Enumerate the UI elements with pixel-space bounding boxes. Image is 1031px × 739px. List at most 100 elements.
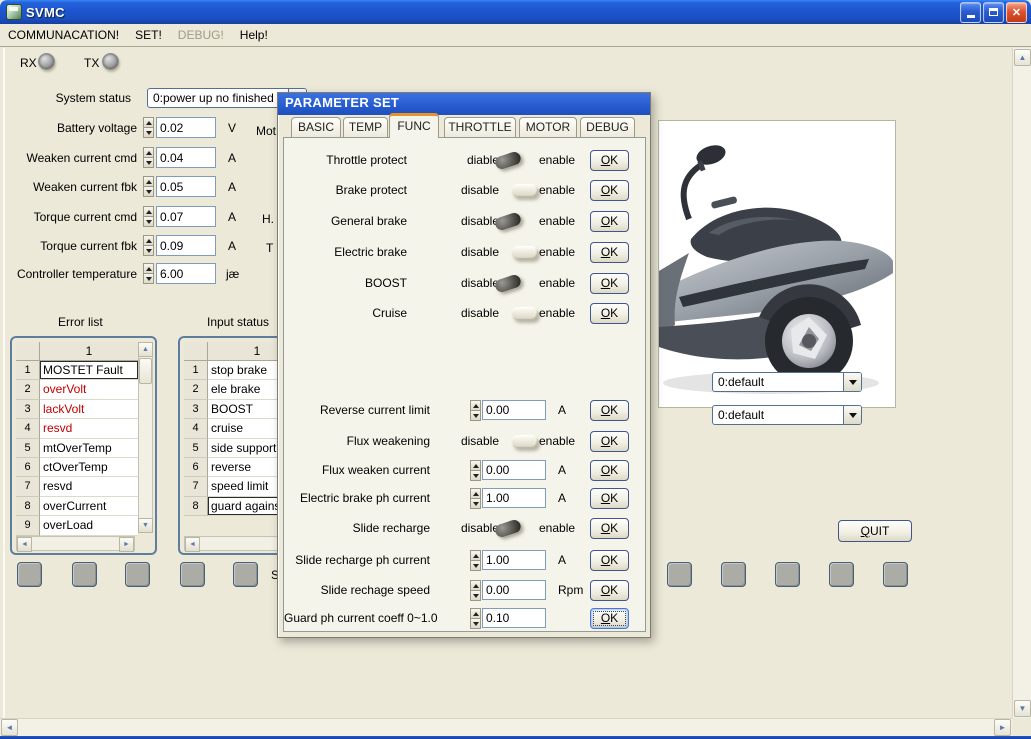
- table-row[interactable]: 4 resvd: [16, 419, 138, 439]
- table-row[interactable]: 7 resvd: [16, 477, 138, 497]
- spin-up-icon[interactable]: [470, 580, 481, 591]
- ok-button[interactable]: OK: [590, 180, 629, 201]
- spin-down-icon[interactable]: [470, 561, 481, 571]
- spinner[interactable]: [143, 117, 154, 138]
- spinner[interactable]: [143, 147, 154, 168]
- restore-button[interactable]: [983, 1, 1004, 23]
- ok-button[interactable]: OK: [590, 518, 629, 539]
- spin-down-icon[interactable]: [143, 274, 154, 284]
- indicator-square[interactable]: [125, 562, 150, 587]
- toggle-switch[interactable]: [512, 184, 538, 197]
- table-row[interactable]: 2 overVolt: [16, 380, 138, 400]
- quit-button[interactable]: QUIT: [838, 520, 912, 542]
- spin-down-icon[interactable]: [143, 158, 154, 168]
- ok-button[interactable]: OK: [590, 580, 629, 601]
- ok-button[interactable]: OK: [590, 550, 629, 571]
- spin-up-icon[interactable]: [143, 206, 154, 217]
- ok-button[interactable]: OK: [590, 150, 629, 171]
- ok-button[interactable]: OK: [590, 242, 629, 263]
- ok-button[interactable]: OK: [590, 460, 629, 481]
- ok-button[interactable]: OK: [590, 303, 629, 324]
- row-value[interactable]: overCurrent: [40, 496, 138, 517]
- toggle-switch[interactable]: [512, 246, 538, 259]
- spin-down-icon[interactable]: [143, 246, 154, 256]
- menu-item-communacation[interactable]: COMMUNACATION!: [0, 26, 127, 44]
- param-input[interactable]: [482, 460, 546, 480]
- spin-up-icon[interactable]: [470, 488, 481, 499]
- spin-down-icon[interactable]: [143, 217, 154, 227]
- indicator-square[interactable]: [829, 562, 854, 587]
- param-input[interactable]: [482, 608, 546, 628]
- spinner[interactable]: [470, 608, 481, 629]
- table-row[interactable]: 1 MOSTET Fault: [16, 361, 138, 381]
- indicator-square[interactable]: [721, 562, 746, 587]
- indicator-square[interactable]: [17, 562, 42, 587]
- table-row[interactable]: 3 lackVolt: [16, 399, 138, 420]
- default-dropdown-1[interactable]: 0:default: [712, 372, 862, 392]
- indicator-square[interactable]: [72, 562, 97, 587]
- spin-down-icon[interactable]: [470, 411, 481, 421]
- horizontal-scrollbar[interactable]: ◄: [184, 536, 280, 552]
- horizontal-scrollbar[interactable]: ◄ ►: [16, 536, 135, 552]
- ok-button[interactable]: OK: [590, 431, 629, 452]
- scroll-right-button[interactable]: ►: [994, 719, 1011, 736]
- param-input[interactable]: [482, 488, 546, 508]
- weaken-current-cmd-input[interactable]: [156, 147, 216, 168]
- ok-button[interactable]: OK: [590, 608, 629, 629]
- spin-down-icon[interactable]: [143, 128, 154, 138]
- main-horizontal-scrollbar[interactable]: ◄ ►: [0, 718, 1012, 736]
- ok-button[interactable]: OK: [590, 400, 629, 421]
- spinner[interactable]: [143, 235, 154, 256]
- spin-down-icon[interactable]: [470, 471, 481, 481]
- param-input[interactable]: [482, 550, 546, 570]
- vertical-scrollbar[interactable]: ▲ ▼: [138, 342, 153, 533]
- spin-up-icon[interactable]: [470, 460, 481, 471]
- tab-func[interactable]: FUNC: [389, 113, 439, 138]
- spin-down-icon[interactable]: [143, 187, 154, 197]
- table-row[interactable]: 9 overLoad: [16, 516, 138, 536]
- row-value[interactable]: MOSTET Fault: [40, 361, 138, 381]
- row-value[interactable]: overVolt: [40, 380, 138, 400]
- spinner[interactable]: [470, 460, 481, 481]
- menu-item-set[interactable]: SET!: [127, 26, 170, 44]
- menu-item-help[interactable]: Help!: [232, 26, 276, 44]
- dialog-titlebar[interactable]: PARAMETER SET: [278, 93, 650, 115]
- scroll-down-button[interactable]: ▼: [1014, 700, 1031, 717]
- table-row[interactable]: 5 mtOverTemp: [16, 438, 138, 458]
- spinner[interactable]: [470, 580, 481, 601]
- main-vertical-scrollbar[interactable]: ▲ ▼: [1012, 48, 1031, 718]
- spin-up-icon[interactable]: [143, 263, 154, 274]
- spin-up-icon[interactable]: [143, 235, 154, 246]
- param-input[interactable]: [482, 580, 546, 600]
- torque-current-cmd-input[interactable]: [156, 206, 216, 227]
- spinner[interactable]: [143, 206, 154, 227]
- indicator-square[interactable]: [180, 562, 205, 587]
- toggle-switch[interactable]: [512, 307, 538, 320]
- spin-down-icon[interactable]: [470, 619, 481, 629]
- tab-debug[interactable]: DEBUG: [580, 117, 635, 138]
- spin-up-icon[interactable]: [143, 147, 154, 158]
- table-row[interactable]: 6 ctOverTemp: [16, 457, 138, 478]
- scroll-left-button[interactable]: ◄: [17, 537, 32, 552]
- tab-throttle[interactable]: THROTTLE: [444, 117, 516, 138]
- battery-voltage-input[interactable]: [156, 117, 216, 138]
- controller-temperature-input[interactable]: [156, 263, 216, 284]
- default-dropdown-2[interactable]: 0:default: [712, 405, 862, 425]
- spin-up-icon[interactable]: [470, 608, 481, 619]
- scroll-down-button[interactable]: ▼: [138, 518, 153, 533]
- tab-temp[interactable]: TEMP: [343, 117, 388, 138]
- param-input[interactable]: [482, 400, 546, 420]
- dropdown-arrow-icon[interactable]: [843, 373, 861, 391]
- table-row[interactable]: 8 overCurrent: [16, 496, 138, 517]
- row-value[interactable]: resvd: [40, 419, 138, 439]
- spin-down-icon[interactable]: [470, 591, 481, 601]
- scroll-up-button[interactable]: ▲: [138, 342, 153, 357]
- scroll-up-button[interactable]: ▲: [1014, 49, 1031, 66]
- spin-up-icon[interactable]: [470, 550, 481, 561]
- ok-button[interactable]: OK: [590, 273, 629, 294]
- close-button[interactable]: ✕: [1006, 1, 1027, 23]
- spin-up-icon[interactable]: [470, 400, 481, 411]
- row-value[interactable]: lackVolt: [40, 399, 138, 420]
- spinner[interactable]: [470, 488, 481, 509]
- tab-basic[interactable]: BASIC: [291, 117, 341, 138]
